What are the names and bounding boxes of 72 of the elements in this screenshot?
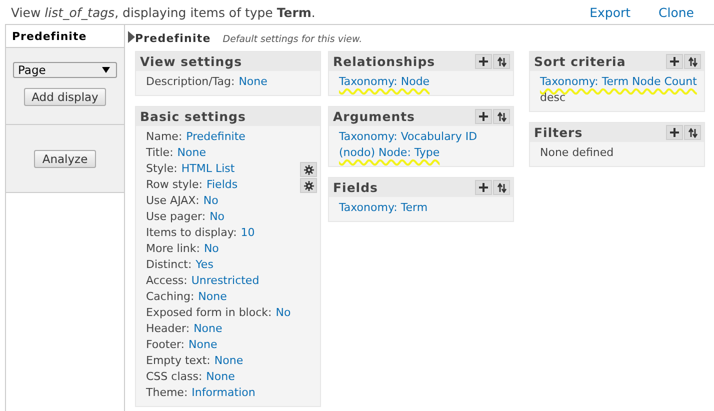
setting-link[interactable]: No [276, 306, 291, 319]
setting-label: Description/Tag: [146, 75, 235, 88]
setting-label: Theme: [146, 386, 188, 399]
setting-link[interactable]: None [238, 75, 268, 88]
setting-label: Name: [146, 130, 182, 143]
handler-link[interactable]: Taxonomy: Vocabulary ID [339, 130, 478, 143]
setting-label: More link: [146, 242, 200, 255]
setting-label: Access: [146, 274, 188, 287]
setting-link[interactable]: 10 [240, 226, 255, 239]
gear-icon[interactable] [300, 162, 317, 177]
setting-link[interactable]: Fields [206, 178, 238, 191]
analyze-button[interactable]: Analyze [34, 150, 96, 168]
display-title: Predefinite [135, 32, 211, 45]
dropdown-icon [102, 67, 110, 73]
panel-title: Fields [333, 180, 378, 195]
panel-title: Arguments [333, 109, 416, 124]
setting-label: Items to display: [146, 226, 237, 239]
panel-title: Basic settings [140, 109, 246, 124]
sort-order: desc [540, 91, 566, 104]
setting-label: Header: [146, 322, 190, 335]
setting-label: Empty text: [146, 354, 210, 367]
header-link[interactable]: Clone [658, 4, 694, 20]
add-icon[interactable] [666, 54, 683, 69]
setting-link[interactable]: No [203, 194, 218, 207]
gear-icon[interactable] [300, 178, 317, 193]
rearrange-icon[interactable] [684, 54, 701, 69]
setting-label: Distinct: [146, 258, 192, 271]
rearrange-icon[interactable] [493, 180, 510, 195]
setting-link[interactable]: Unrestricted [191, 274, 260, 287]
rearrange-icon[interactable] [493, 54, 510, 69]
setting-label: Row style: [146, 178, 202, 191]
setting-link[interactable]: None [214, 354, 244, 367]
panel-title: Filters [534, 125, 583, 140]
setting-label: Caching: [146, 290, 194, 303]
panel-title: Sort criteria [534, 54, 626, 69]
rearrange-icon[interactable] [684, 125, 701, 140]
setting-label: Use pager: [146, 210, 206, 223]
add-icon[interactable] [475, 54, 492, 69]
handler-link[interactable]: Taxonomy: Term [339, 201, 428, 214]
header-link[interactable]: Export [590, 4, 631, 20]
empty-text: None defined [540, 146, 614, 159]
setting-link[interactable]: HTML List [181, 162, 235, 175]
setting-label: Use AJAX: [146, 194, 200, 207]
pointer-icon [128, 31, 135, 43]
setting-label: Style: [146, 162, 178, 175]
view-heading: View list_of_tags, displaying items of type Term. [11, 4, 316, 20]
setting-link[interactable]: None [177, 146, 206, 159]
setting-label: Exposed form in block: [146, 306, 272, 319]
handler-link[interactable]: Taxonomy: Term Node Count [540, 75, 697, 88]
setting-label: CSS class: [146, 370, 202, 383]
setting-link[interactable]: None [188, 338, 218, 351]
setting-label: Title: [146, 146, 174, 159]
display-select[interactable]: Page [13, 62, 117, 78]
handler-link[interactable]: Taxonomy: Node [339, 75, 430, 88]
add-icon[interactable] [666, 125, 683, 140]
panel-title: View settings [140, 54, 242, 69]
setting-link[interactable]: None [194, 322, 222, 335]
add-icon[interactable] [475, 180, 492, 195]
setting-link[interactable]: None [198, 290, 227, 303]
setting-link[interactable]: None [206, 370, 235, 383]
display-description: Default settings for this view. [222, 34, 362, 45]
panel-title: Relationships [333, 54, 436, 69]
setting-link[interactable]: Predefinite [186, 130, 246, 143]
setting-link[interactable]: No [210, 210, 225, 223]
rearrange-icon[interactable] [493, 109, 510, 124]
handler-link[interactable]: (nodo) Node: Type [339, 146, 440, 159]
setting-link[interactable]: Information [192, 386, 256, 399]
setting-label: Footer: [146, 338, 185, 351]
setting-link[interactable]: No [204, 242, 219, 255]
add-icon[interactable] [475, 109, 492, 124]
add-display-button[interactable]: Add display [24, 88, 106, 106]
setting-link[interactable]: Yes [196, 258, 214, 271]
